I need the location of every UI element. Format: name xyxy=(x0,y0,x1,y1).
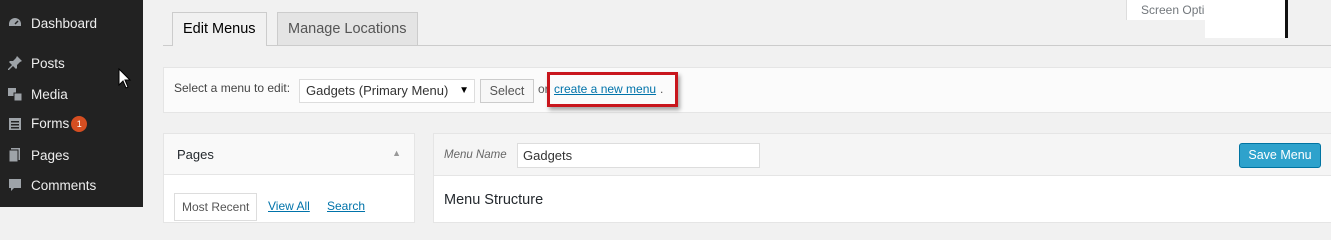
selected-menu-value: Gadgets (Primary Menu) xyxy=(306,83,449,98)
admin-sidebar: Dashboard Posts Media Forms 1 Pages Comm… xyxy=(0,0,143,207)
tab-view-all[interactable]: View All xyxy=(268,199,310,213)
pages-metabox-title: Pages xyxy=(177,147,214,162)
dropdown-arrow-icon: ▼ xyxy=(459,85,469,96)
save-menu-button[interactable]: Save Menu xyxy=(1239,143,1321,168)
sidebar-item-label: Forms xyxy=(31,115,70,131)
create-new-menu-link[interactable]: create a new menu xyxy=(554,82,656,96)
menu-editor-header: Menu Name Gadgets Save Menu xyxy=(434,134,1331,176)
sidebar-item-pages[interactable]: Pages xyxy=(0,140,143,170)
mouse-cursor-icon xyxy=(118,68,132,89)
menu-structure-heading: Menu Structure xyxy=(444,192,544,208)
sidebar-item-label: Pages xyxy=(31,147,70,163)
tab-search[interactable]: Search xyxy=(327,199,365,213)
menu-editor: Menu Name Gadgets Save Menu Menu Structu… xyxy=(433,133,1331,223)
menu-select-bar: Select a menu to edit: Gadgets (Primary … xyxy=(163,67,1331,113)
sidebar-item-dashboard[interactable]: Dashboard xyxy=(0,8,143,38)
pages-metabox: Pages ▲ Most Recent View All Search xyxy=(163,133,415,223)
tab-edit-menus[interactable]: Edit Menus xyxy=(172,12,267,46)
pages-icon xyxy=(8,148,20,163)
sidebar-item-label: Posts xyxy=(31,55,65,71)
overlay-panel xyxy=(1205,0,1285,38)
sidebar-item-forms[interactable]: Forms 1 xyxy=(0,109,143,139)
menu-name-label: Menu Name xyxy=(444,149,507,161)
dashboard-icon xyxy=(9,18,21,26)
create-link-period: . xyxy=(660,82,664,96)
sidebar-item-label: Comments xyxy=(31,177,97,193)
tab-most-recent[interactable]: Most Recent xyxy=(174,193,258,221)
pin-icon xyxy=(8,56,22,70)
select-menu-label: Select a menu to edit: xyxy=(174,81,291,95)
menu-name-input[interactable]: Gadgets xyxy=(517,143,760,168)
forms-icon xyxy=(9,118,21,130)
media-icon xyxy=(8,88,23,102)
overlay-divider xyxy=(1285,0,1288,38)
main-content: Edit Menus Manage Locations Screen Opti … xyxy=(143,0,1331,223)
tab-manage-locations[interactable]: Manage Locations xyxy=(277,12,418,45)
sidebar-item-label: Dashboard xyxy=(31,15,98,31)
collapse-arrow-icon[interactable]: ▲ xyxy=(392,148,401,158)
sidebar-item-label: Media xyxy=(31,86,68,102)
menu-select-dropdown[interactable]: Gadgets (Primary Menu) ▼ xyxy=(299,79,475,103)
comments-icon xyxy=(9,179,21,191)
select-button[interactable]: Select xyxy=(480,79,534,103)
pages-metabox-header[interactable]: Pages ▲ xyxy=(164,134,414,175)
sidebar-item-comments[interactable]: Comments xyxy=(0,170,143,200)
notification-badge: 1 xyxy=(71,116,88,133)
